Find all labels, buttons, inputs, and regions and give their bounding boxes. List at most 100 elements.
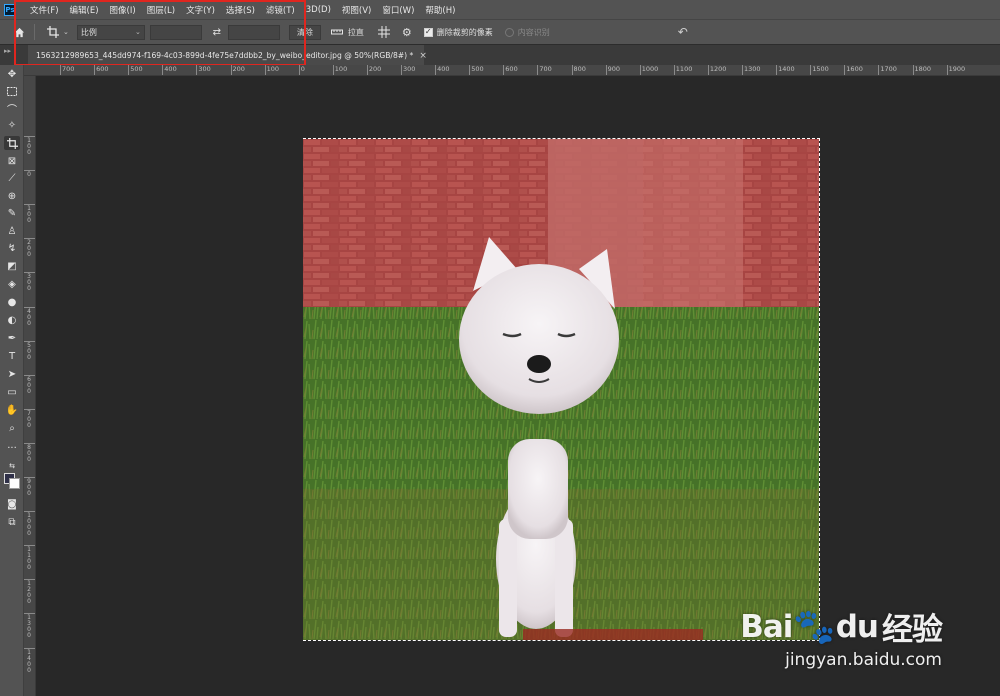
hand-tool-icon[interactable]: ✋ <box>4 403 20 417</box>
ruler-tick-label: 1000 <box>27 512 31 538</box>
more-tools-icon[interactable]: ··· <box>4 441 20 455</box>
ruler-tick-label: 200 <box>368 65 382 73</box>
collapse-panel-icon[interactable]: ▸▸ <box>4 47 11 55</box>
crop-tool-preset-button[interactable]: ⌄ <box>47 26 69 38</box>
reset-icon[interactable]: ↶ <box>678 25 688 39</box>
lasso-tool-icon[interactable]: ⌒ <box>4 101 20 116</box>
frame-tool-icon[interactable]: ⊠ <box>4 154 20 168</box>
paint-bucket-tool-icon[interactable]: ◈ <box>4 277 20 291</box>
ruler-tick-label: 1000 <box>641 65 659 73</box>
ruler-tick-label: 900 <box>607 65 621 73</box>
ruler-tick-label: 700 <box>62 65 75 73</box>
ruler-tick <box>776 65 778 75</box>
height-ratio-field[interactable] <box>227 24 280 40</box>
options-bar: ⌄ 比例 ⌄ ⇄ 清除 拉直 ⚙ ✓ 删除裁剪的像素 内容识别 ↶ <box>0 19 1000 44</box>
ruler-tick-label: 300 <box>403 65 416 73</box>
ruler-tick-label: 600 <box>505 65 518 73</box>
document-tab[interactable]: 1563212989653_445dd974-f169-4c03-899d-4f… <box>28 45 427 66</box>
ruler-tick-label: 1200 <box>709 65 727 73</box>
eraser-tool-icon[interactable]: ◩ <box>4 259 20 273</box>
ruler-tick-label: 400 <box>27 307 31 327</box>
crop-icon <box>47 26 59 38</box>
ruler-tick-label: 1900 <box>948 65 966 73</box>
ruler-tick-label: 1100 <box>675 65 693 73</box>
swap-colors-icon[interactable]: ⇆ <box>4 459 20 473</box>
document-tab-title: 1563212989653_445dd974-f169-4c03-899d-4f… <box>36 51 414 60</box>
ruler-tick-label: 1100 <box>27 546 31 572</box>
canvas-area[interactable] <box>36 76 1000 696</box>
watermark-brand-left: Bai <box>740 608 793 645</box>
path-selection-tool-icon[interactable]: ➤ <box>4 367 20 381</box>
ruler-tick-label: 1300 <box>27 614 31 640</box>
dodge-tool-icon[interactable]: ◐ <box>4 313 20 327</box>
delete-cropped-pixels-checkbox[interactable]: ✓ <box>423 27 433 37</box>
history-brush-tool-icon[interactable]: ↯ <box>4 241 20 255</box>
rectangle-tool-icon[interactable]: ▭ <box>4 385 20 399</box>
ruler-tick <box>128 65 130 75</box>
ruler-tick-label: 900 <box>27 478 31 497</box>
ratio-select-value: 比例 <box>80 27 97 37</box>
blur-tool-icon[interactable]: ● <box>4 295 20 309</box>
content-aware-checkbox[interactable] <box>504 27 514 37</box>
zoom-tool-icon[interactable]: ⌕ <box>4 421 20 435</box>
ruler-tick-label: 100 <box>27 205 31 225</box>
ruler-tick <box>707 65 709 75</box>
swap-icon[interactable]: ⇄ <box>210 27 224 38</box>
ruler-tick <box>844 65 846 75</box>
screen-mode-icon[interactable]: ⧉ <box>4 515 20 529</box>
ruler-tick-label: 1400 <box>27 648 31 674</box>
ruler-tick-label: 600 <box>27 375 31 395</box>
gear-icon[interactable]: ⚙ <box>402 26 412 39</box>
clone-stamp-tool-icon[interactable]: ♙ <box>4 224 20 238</box>
ruler-tick <box>537 65 539 75</box>
photoshop-window: Ps 文件(F) 编辑(E) 图像(I) 图层(L) 文字(Y) 选择(S) 滤… <box>0 0 1000 696</box>
menu-edit[interactable]: 编辑(E) <box>70 4 99 16</box>
ruler-tick-label: 400 <box>164 65 177 73</box>
quick-mask-icon[interactable]: ◙ <box>4 497 20 511</box>
grid-overlay-icon[interactable] <box>377 26 390 38</box>
menu-file[interactable]: 文件(F) <box>30 4 59 16</box>
menu-view[interactable]: 视图(V) <box>342 4 371 16</box>
document-image[interactable] <box>303 138 820 641</box>
healing-brush-tool-icon[interactable]: ⊕ <box>4 189 20 203</box>
type-tool-icon[interactable]: T <box>4 349 20 363</box>
close-icon[interactable]: × <box>419 51 427 61</box>
background-color-swatch[interactable] <box>9 478 20 489</box>
ruler-tick <box>332 65 334 75</box>
straighten-label[interactable]: 拉直 <box>348 27 364 38</box>
clear-button[interactable]: 清除 <box>288 24 321 40</box>
straighten-icon[interactable] <box>330 27 344 37</box>
crop-tool-icon[interactable] <box>4 136 20 150</box>
menu-layer[interactable]: 图层(L) <box>147 4 175 16</box>
move-tool-icon[interactable]: ✥ <box>4 67 20 81</box>
ruler-tick <box>264 65 266 75</box>
home-icon[interactable] <box>12 25 26 39</box>
menu-help[interactable]: 帮助(H) <box>425 4 455 16</box>
ruler-tick-label: 800 <box>573 65 586 73</box>
pen-tool-icon[interactable]: ✒ <box>4 331 20 345</box>
marquee-tool-icon[interactable] <box>4 84 20 98</box>
ruler-tick-label: 500 <box>471 65 484 73</box>
ruler-tick <box>162 65 164 75</box>
watermark-url: jingyan.baidu.com <box>785 650 942 670</box>
ruler-tick-label: 100 <box>334 65 348 73</box>
ruler-tick-label: 100 <box>266 65 280 73</box>
magic-wand-tool-icon[interactable]: ✧ <box>4 118 20 132</box>
menu-type[interactable]: 文字(Y) <box>186 4 215 16</box>
ruler-tick-label: 300 <box>27 273 31 293</box>
menu-filter[interactable]: 滤镜(T) <box>266 4 295 16</box>
menu-window[interactable]: 窗口(W) <box>382 4 414 16</box>
dog-photo <box>303 139 819 640</box>
width-ratio-field[interactable] <box>149 24 202 40</box>
menu-image[interactable]: 图像(I) <box>110 4 136 16</box>
menu-3d[interactable]: 3D(D) <box>306 5 331 15</box>
eyedropper-tool-icon[interactable]: ⟋ <box>4 171 20 185</box>
ratio-select[interactable]: 比例 ⌄ <box>76 24 145 40</box>
baidu-watermark: Bai 🐾 du 经验 jingyan.baidu.com <box>740 604 943 671</box>
ruler-tick-label: 400 <box>437 65 450 73</box>
ruler-tick <box>639 65 641 75</box>
menu-select[interactable]: 选择(S) <box>226 4 255 16</box>
photoshop-logo[interactable]: Ps <box>4 3 16 16</box>
ruler-tick <box>946 65 948 75</box>
brush-tool-icon[interactable]: ✎ <box>4 206 20 220</box>
